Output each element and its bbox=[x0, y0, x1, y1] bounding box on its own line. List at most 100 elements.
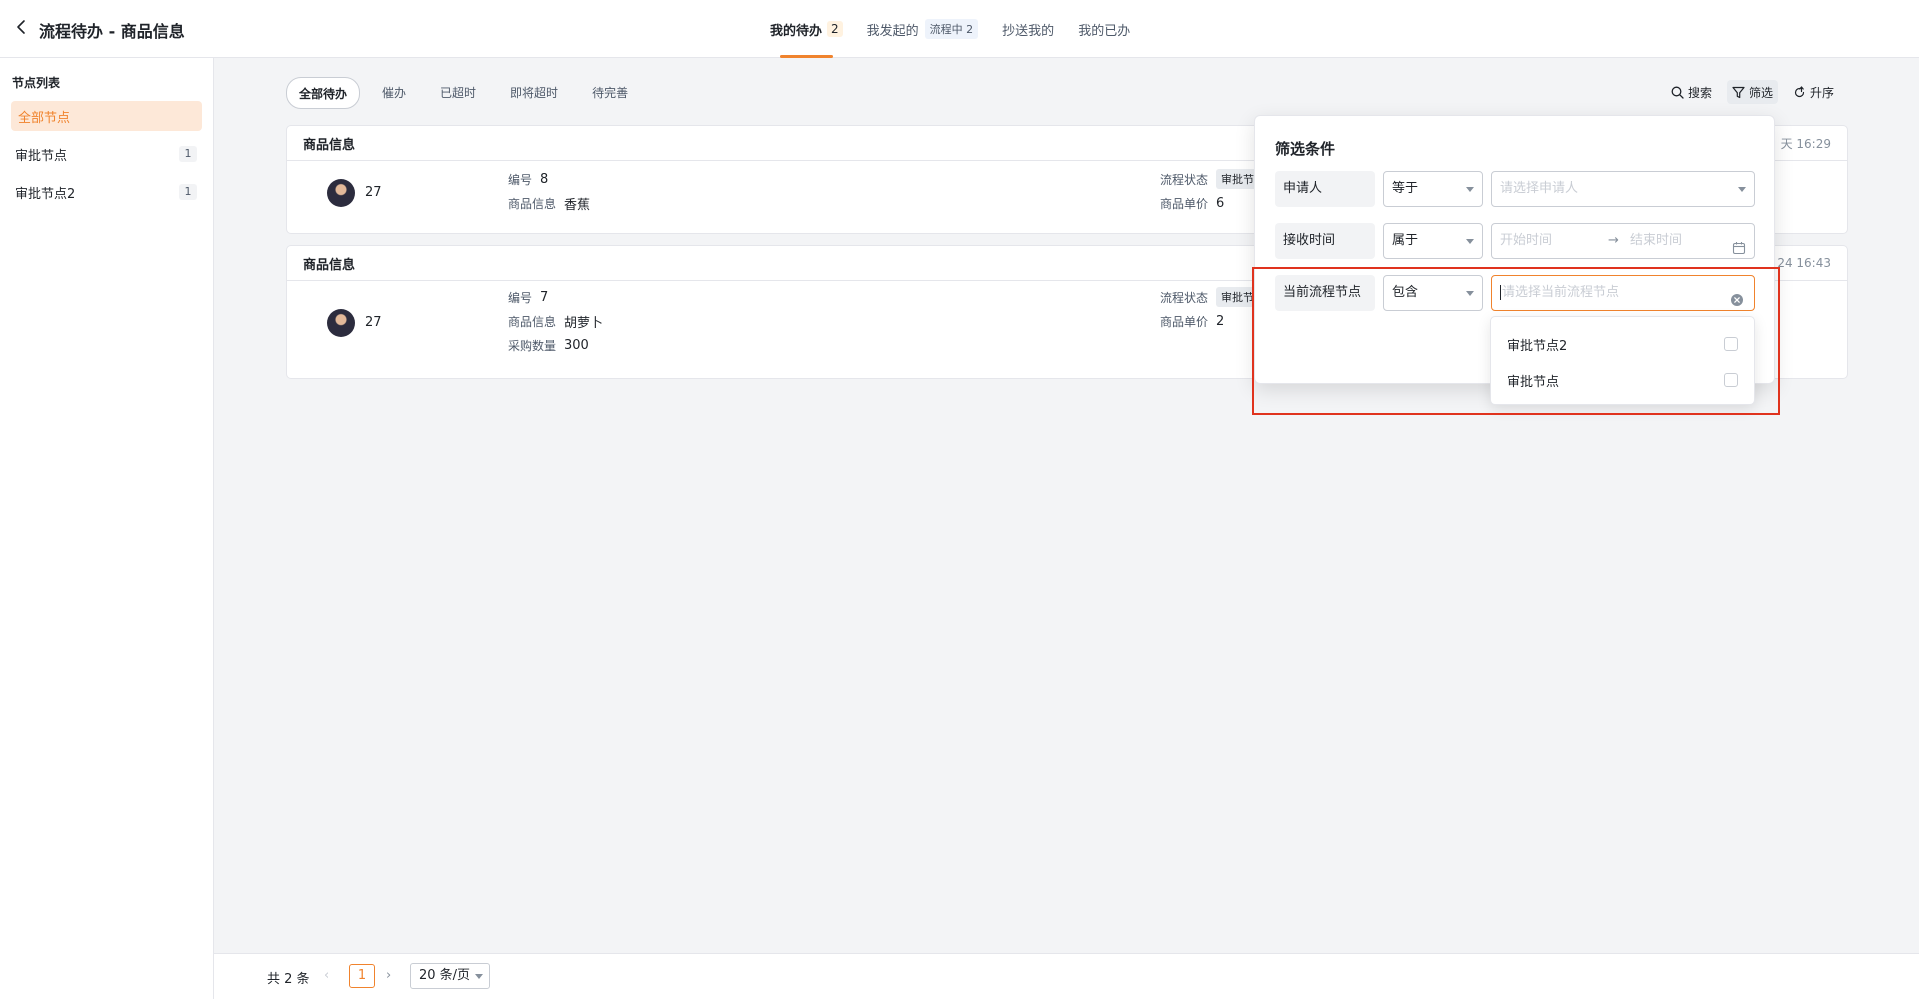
tab-my-todo[interactable]: 我的待办 2 bbox=[770, 0, 843, 58]
field-process-status: 流程状态 审批节 bbox=[1160, 285, 1260, 309]
operator-value: 属于 bbox=[1392, 233, 1419, 248]
start-date-placeholder[interactable]: 开始时间 bbox=[1500, 224, 1552, 258]
option-approval-node-2[interactable]: 审批节点2 bbox=[1491, 327, 1754, 361]
tab-cc-to-me[interactable]: 抄送我的 bbox=[1002, 0, 1054, 58]
filter-chip-urge[interactable]: 催办 bbox=[370, 77, 418, 107]
text-cursor bbox=[1500, 285, 1501, 300]
field-key: 商品单价 bbox=[1160, 314, 1209, 329]
option-checkbox[interactable] bbox=[1724, 337, 1738, 351]
total-count: 共 2 条 bbox=[267, 972, 310, 987]
status-tag: 审批节 bbox=[1216, 287, 1260, 307]
applicant-placeholder: 请选择申请人 bbox=[1500, 181, 1579, 196]
field-key: 流程状态 bbox=[1160, 172, 1209, 187]
page-size-select[interactable]: 20 条/页 bbox=[410, 963, 490, 989]
current-node-select[interactable]: 请选择当前流程节点 bbox=[1491, 275, 1755, 311]
user-name: 27 bbox=[365, 185, 382, 200]
current-node-placeholder: 请选择当前流程节点 bbox=[1502, 285, 1620, 300]
sort-ascending-button[interactable]: 升序 bbox=[1788, 80, 1839, 104]
field-value: 香蕉 bbox=[564, 197, 591, 213]
option-checkbox[interactable] bbox=[1724, 373, 1738, 387]
filter-button[interactable]: 筛选 bbox=[1726, 80, 1778, 104]
field-key: 编号 bbox=[508, 290, 533, 305]
sidebar-item-approval-node-2[interactable]: 审批节点2 1 bbox=[11, 177, 202, 207]
status-count: 2 bbox=[966, 23, 974, 36]
search-icon bbox=[1671, 86, 1684, 99]
sidebar-item-all-nodes[interactable]: 全部节点 bbox=[11, 101, 202, 131]
page-title: 流程待办 - 商品信息 bbox=[39, 22, 185, 41]
field-key: 编号 bbox=[508, 172, 533, 187]
field-value: 7 bbox=[540, 289, 549, 305]
back-arrow-icon[interactable] bbox=[16, 18, 32, 38]
sidebar-item-label: 审批节点 bbox=[15, 148, 68, 164]
range-arrow: → bbox=[1608, 233, 1619, 248]
card-fields-right: 流程状态 审批节 商品单价 2 bbox=[1160, 285, 1260, 333]
filter-row-current-node: 当前流程节点 包含 请选择当前流程节点 bbox=[1275, 275, 1755, 311]
field-product: 商品信息 胡萝卜 bbox=[508, 309, 603, 333]
field-number: 编号 8 bbox=[508, 167, 590, 191]
filter-chip-due-soon[interactable]: 即将超时 bbox=[498, 77, 570, 107]
search-label: 搜索 bbox=[1687, 85, 1712, 100]
filter-label: 申请人 bbox=[1275, 171, 1375, 207]
field-key: 流程状态 bbox=[1160, 290, 1209, 305]
field-number: 编号 7 bbox=[508, 285, 603, 309]
date-range-picker[interactable]: 开始时间 → 结束时间 bbox=[1491, 223, 1755, 259]
sort-icon bbox=[1793, 85, 1806, 99]
page-1-button[interactable]: 1 bbox=[349, 964, 375, 988]
chevron-down-icon bbox=[1466, 291, 1474, 296]
card-fields-right: 流程状态 审批节 商品单价 6 bbox=[1160, 167, 1260, 215]
option-label: 审批节点2 bbox=[1507, 338, 1568, 354]
tab-my-done[interactable]: 我的已办 bbox=[1078, 0, 1130, 58]
calendar-icon bbox=[1732, 235, 1746, 255]
field-unit-price: 商品单价 2 bbox=[1160, 309, 1259, 333]
clear-icon[interactable] bbox=[1730, 287, 1744, 306]
node-options-dropdown: 审批节点2 审批节点 bbox=[1490, 316, 1755, 405]
field-quantity: 采购数量 300 bbox=[508, 333, 603, 357]
next-page-button[interactable]: › bbox=[386, 968, 391, 983]
node-sidebar: 节点列表 全部节点 审批节点 1 审批节点2 1 bbox=[0, 58, 214, 999]
node-list: 全部节点 审批节点 1 审批节点2 1 bbox=[11, 101, 202, 215]
field-value: 8 bbox=[540, 171, 549, 187]
filter-chip-incomplete[interactable]: 待完善 bbox=[580, 77, 640, 107]
tab-initiated-by-me[interactable]: 我发起的 流程中 2 bbox=[867, 0, 979, 58]
field-value: 胡萝卜 bbox=[564, 315, 604, 331]
sidebar-item-label: 审批节点2 bbox=[15, 186, 76, 202]
sidebar-item-label: 全部节点 bbox=[18, 110, 71, 126]
applicant-select[interactable]: 请选择申请人 bbox=[1491, 171, 1755, 207]
tab-status-tag: 流程中 2 bbox=[924, 19, 979, 39]
operator-value: 包含 bbox=[1392, 285, 1419, 300]
filter-row-applicant: 申请人 等于 请选择申请人 bbox=[1275, 171, 1755, 207]
option-approval-node[interactable]: 审批节点 bbox=[1491, 363, 1754, 397]
operator-select[interactable]: 等于 bbox=[1383, 171, 1483, 207]
chevron-down-icon bbox=[1466, 239, 1474, 244]
field-process-status: 流程状态 审批节 bbox=[1160, 167, 1260, 191]
avatar bbox=[327, 309, 355, 337]
tab-label: 我发起的 bbox=[866, 23, 919, 39]
sidebar-item-approval-node[interactable]: 审批节点 1 bbox=[11, 139, 202, 169]
filter-label: 当前流程节点 bbox=[1275, 275, 1375, 311]
card-fields: 编号 7 商品信息 胡萝卜 采购数量 300 bbox=[508, 285, 603, 357]
operator-select[interactable]: 属于 bbox=[1383, 223, 1483, 259]
field-key: 商品单价 bbox=[1160, 196, 1209, 211]
tab-label: 我的待办 bbox=[770, 23, 823, 39]
sidebar-title: 节点列表 bbox=[12, 76, 61, 90]
prev-page-button[interactable]: ‹ bbox=[324, 968, 329, 983]
field-product: 商品信息 香蕉 bbox=[508, 191, 590, 215]
pagination-bar: 共 2 条 ‹ 1 › 20 条/页 bbox=[214, 953, 1919, 999]
filter-chip-overdue[interactable]: 已超时 bbox=[428, 77, 488, 107]
field-key: 采购数量 bbox=[508, 338, 557, 353]
operator-select[interactable]: 包含 bbox=[1383, 275, 1483, 311]
tab-label: 抄送我的 bbox=[1002, 23, 1055, 39]
operator-value: 等于 bbox=[1392, 181, 1419, 196]
sort-label: 升序 bbox=[1809, 85, 1834, 100]
field-value: 6 bbox=[1216, 195, 1225, 211]
search-button[interactable]: 搜索 bbox=[1666, 80, 1717, 104]
filter-chip-all[interactable]: 全部待办 bbox=[286, 77, 361, 109]
status-tag: 审批节 bbox=[1216, 169, 1260, 189]
chevron-down-icon bbox=[475, 974, 483, 979]
status-filter-bar: 全部待办 催办 已超时 即将超时 待完善 bbox=[286, 77, 650, 109]
card-fields: 编号 8 商品信息 香蕉 bbox=[508, 167, 590, 215]
page-size-value: 20 条/页 bbox=[419, 968, 471, 983]
card-time: 天 16:29 bbox=[1780, 136, 1831, 151]
funnel-icon bbox=[1732, 86, 1745, 99]
end-date-placeholder[interactable]: 结束时间 bbox=[1630, 224, 1682, 258]
